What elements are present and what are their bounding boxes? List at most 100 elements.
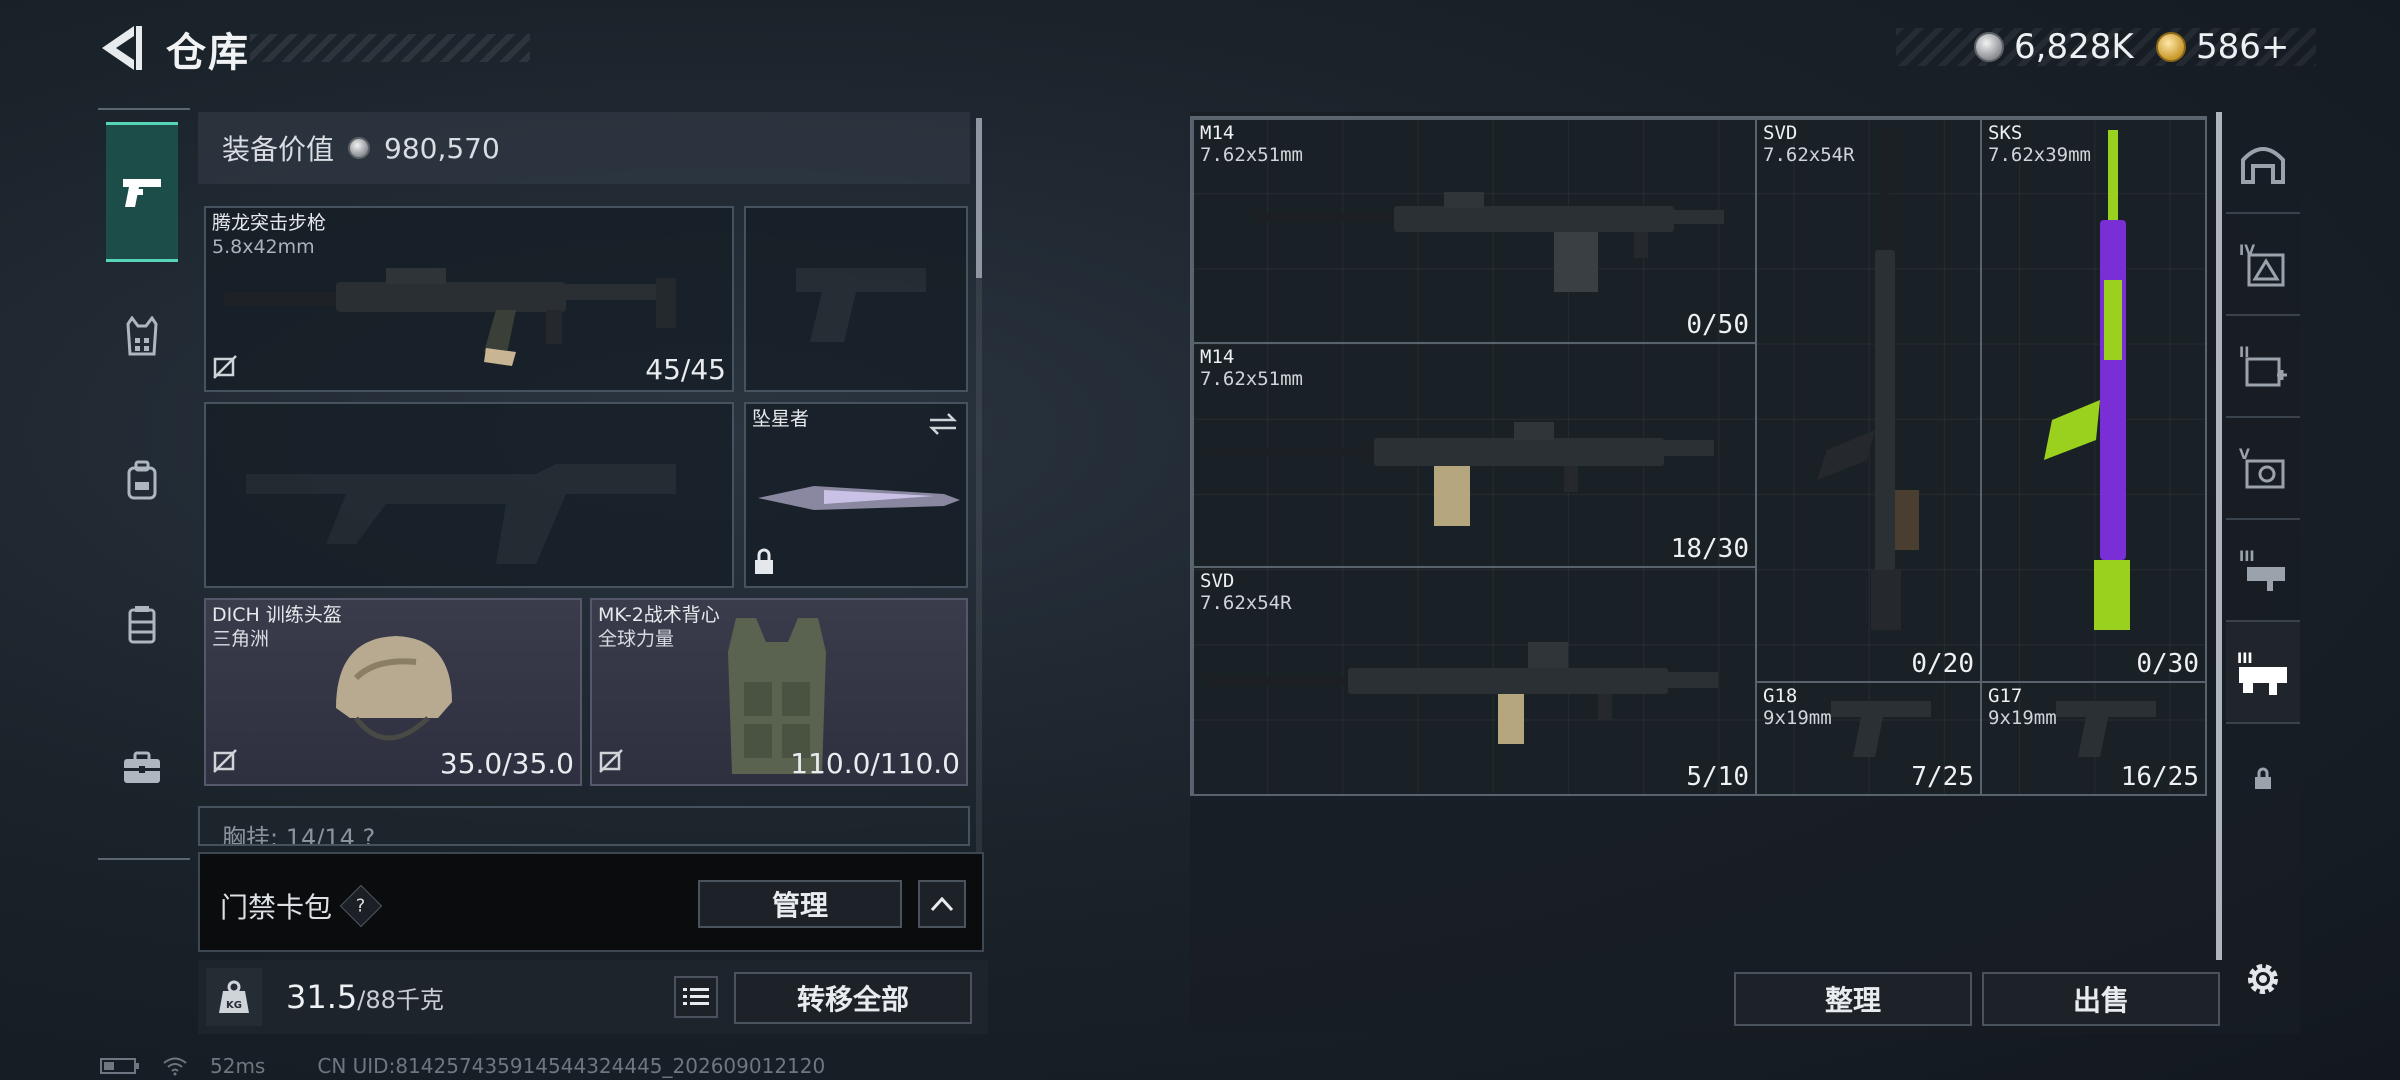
help-icon[interactable]: ?: [339, 884, 383, 928]
storage-tab-3-icon: III: [2239, 549, 2285, 591]
melee-blade-image: [758, 486, 960, 510]
weight-icon: KG: [206, 968, 262, 1026]
silver-coin-icon: [348, 137, 371, 159]
max-weight: /88千克: [357, 986, 444, 1014]
body-armor-slot[interactable]: MK-2战术背心 全球力量 110.0/110.0: [590, 598, 968, 786]
melee-slot[interactable]: 坠星者: [744, 402, 968, 588]
item-count: 7/25: [1911, 762, 1974, 792]
sort-button[interactable]: 整理: [1734, 972, 1972, 1026]
swap-icon[interactable]: [928, 412, 958, 440]
ping-value: 52ms: [210, 1054, 266, 1078]
m14-rifle-image: [1214, 422, 1714, 526]
storage-item-m14[interactable]: M14 7.62x51mm 0/50: [1192, 118, 1757, 344]
tab-armor[interactable]: [106, 266, 178, 406]
item-count: 0/20: [1911, 649, 1974, 679]
g18-pistol-image: [1831, 701, 1931, 757]
backpack-icon: [127, 460, 157, 500]
transfer-all-button[interactable]: 转移全部: [734, 972, 972, 1024]
storage-grid[interactable]: M14 7.62x51mm 0/50 SVD 7.62x54R 0/20 SKS…: [1190, 116, 2207, 796]
keycard-pack-label: 门禁卡包: [220, 891, 333, 924]
chest-rig-icon: [128, 606, 156, 644]
storage-tab-5-icon: V: [2239, 447, 2285, 489]
list-icon: [683, 988, 709, 1005]
equipment-value-label: 装备价值: [222, 133, 335, 166]
no-insurance-icon: [598, 748, 624, 778]
item-count: 0/30: [2136, 649, 2199, 679]
storage-tab-3[interactable]: III: [2226, 520, 2300, 622]
loadout-scrollbar-thumb[interactable]: [976, 118, 982, 278]
gold-coin-icon: [2156, 32, 2186, 62]
item-caliber: 7.62x51mm: [1200, 368, 1303, 390]
tab-chest-rig[interactable]: [106, 554, 178, 694]
silver-currency-value: 6,828K: [2014, 27, 2134, 67]
item-caliber: 7.62x51mm: [1200, 144, 1303, 166]
storage-item-g17[interactable]: G17 9x19mm 16/25: [1980, 681, 2207, 796]
briefcase-icon: [124, 751, 160, 783]
pistol-placeholder-icon: [796, 268, 926, 342]
keycard-pack-panel: 门禁卡包 ? 管理: [198, 852, 984, 952]
m14-rifle-image: [1254, 192, 1724, 292]
storage-item-g18[interactable]: G18 9x19mm 7/25: [1755, 681, 1982, 796]
storage-item-svd[interactable]: SVD 7.62x54R 5/10: [1192, 566, 1757, 796]
loadout-category-tabs: [98, 108, 190, 860]
tab-backpack[interactable]: [106, 410, 178, 550]
storage-item-svd[interactable]: SVD 7.62x54R 0/20: [1755, 118, 1982, 683]
sell-button[interactable]: 出售: [1982, 972, 2220, 1026]
lock-icon: [752, 548, 776, 580]
storage-tabs: IV II V III III: [2226, 112, 2300, 1034]
page-title: 仓库: [166, 30, 250, 76]
user-uid: CN UID:814257435914544324445_20260901212…: [317, 1054, 826, 1078]
item-caliber: 9x19mm: [1763, 707, 1832, 729]
vest-icon: [126, 316, 158, 356]
sks-rifle-skin-image: [2044, 130, 2130, 630]
helmet-slot[interactable]: DICH 训练头盔 三角洲 35.0/35.0: [204, 598, 582, 786]
storage-tab-locked[interactable]: [2226, 724, 2300, 834]
settings-button[interactable]: [2226, 928, 2300, 1030]
storage-tab-4[interactable]: IV: [2226, 214, 2300, 316]
manage-button[interactable]: 管理: [698, 880, 902, 928]
chest-rig-row[interactable]: 胸挂: 14/14 ?: [198, 806, 970, 846]
slot-item-source: 三角洲: [212, 628, 270, 650]
back-arrow-icon: [102, 26, 142, 70]
silver-coin-icon: [1974, 32, 2004, 62]
primary-weapon-slot[interactable]: 腾龙突击步枪 5.8x42mm 45/45: [204, 206, 734, 392]
current-weight: 31.5: [286, 978, 358, 1016]
gold-currency[interactable]: 586+: [2156, 26, 2289, 68]
item-count: 0/50: [1686, 310, 1749, 340]
storage-tab-1[interactable]: III: [2226, 622, 2300, 724]
slot-item-name: MK-2战术背心: [598, 604, 720, 626]
carry-weight-bar: KG 31.5/88千克 转移全部: [198, 960, 988, 1034]
expand-toggle-button[interactable]: [918, 880, 966, 928]
equipment-value: 980,570: [384, 131, 500, 165]
secondary-weapon-slot[interactable]: [204, 402, 734, 588]
loadout-panel: 装备价值 980,570 腾龙突击步枪 5.8x42mm 45/45 坠星者 D…: [198, 112, 988, 938]
wifi-icon: [163, 1057, 187, 1076]
storage-scrollbar[interactable]: [2216, 112, 2222, 960]
storage-tab-home[interactable]: [2226, 112, 2300, 214]
sidearm-slot[interactable]: [744, 206, 968, 392]
chevron-up-icon: [930, 896, 954, 912]
list-view-button[interactable]: [674, 976, 718, 1018]
slot-item-name: 腾龙突击步枪: [212, 212, 327, 234]
storage-item-sks[interactable]: SKS 7.62x39mm 0/30: [1980, 118, 2207, 683]
tab-label: III: [2237, 651, 2253, 667]
item-count: 5/10: [1686, 762, 1749, 792]
storage-panel: M14 7.62x51mm 0/50 SVD 7.62x54R 0/20 SKS…: [1190, 112, 2300, 1034]
storage-tab-2[interactable]: II: [2226, 316, 2300, 418]
storage-tab-5[interactable]: V: [2226, 418, 2300, 520]
helmet-image: [336, 636, 452, 741]
tab-case[interactable]: [106, 698, 178, 838]
back-button[interactable]: [96, 22, 144, 74]
storage-tab-1-icon: III: [2237, 651, 2287, 695]
storage-item-m14[interactable]: M14 7.62x51mm 18/30: [1192, 342, 1757, 568]
slot-item-name: 坠星者: [752, 408, 810, 430]
durability-value: 110.0/110.0: [790, 747, 960, 780]
slot-item-source: 全球力量: [598, 628, 675, 650]
ammo-count: 45/45: [645, 353, 726, 386]
tab-label: IV: [2239, 243, 2255, 259]
storage-tab-2-icon: II: [2239, 345, 2287, 387]
silver-currency: 6,828K: [1974, 26, 2134, 68]
tab-weapons[interactable]: [106, 122, 178, 262]
storage-home-icon: [2241, 147, 2285, 184]
item-name: G17: [1988, 685, 2023, 707]
